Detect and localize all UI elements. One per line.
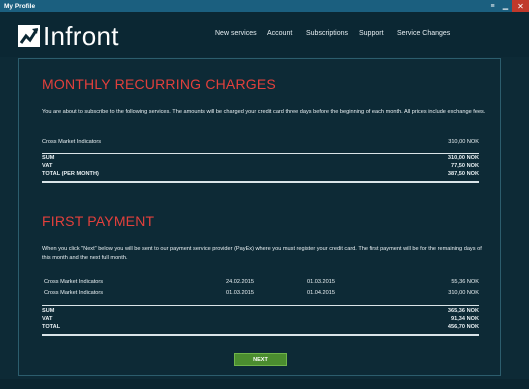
sum-amount: 365,36 NOK xyxy=(447,308,479,314)
footer-strip xyxy=(0,379,529,389)
divider xyxy=(42,153,479,154)
item-from-date: 01.03.2015 xyxy=(226,290,254,296)
monthly-vat-row: VAT 77,50 NOK xyxy=(42,163,479,171)
first-sum-row: SUM 365,36 NOK xyxy=(42,308,479,316)
divider xyxy=(42,334,479,336)
item-name: Cross Market Indicators xyxy=(42,139,102,145)
first-item-row: Cross Market Indicators 24.02.2015 01.03… xyxy=(42,279,479,287)
monthly-total-row: TOTAL (PER MONTH) 387,50 NOK xyxy=(42,171,479,179)
total-label: TOTAL xyxy=(42,324,61,330)
item-amount: 55,36 NOK xyxy=(451,279,479,285)
divider xyxy=(42,305,479,306)
item-to-date: 01.03.2015 xyxy=(307,279,335,285)
monthly-item-row: Cross Market Indicators 310,00 NOK xyxy=(42,139,479,147)
vat-amount: 91,34 NOK xyxy=(451,316,479,322)
item-amount: 310,00 NOK xyxy=(448,139,479,145)
item-name: Cross Market Indicators xyxy=(44,279,104,285)
sum-label: SUM xyxy=(42,155,55,161)
first-payment-title: FIRST PAYMENT xyxy=(42,213,155,229)
item-name: Cross Market Indicators xyxy=(44,290,104,296)
monthly-sum-row: SUM 310,00 NOK xyxy=(42,155,479,163)
first-total-row: TOTAL 456,70 NOK xyxy=(42,324,479,332)
first-payment-description: When you click "Next" below you will be … xyxy=(42,246,482,261)
minimize-icon[interactable]: ▁ xyxy=(499,0,512,12)
vat-amount: 77,50 NOK xyxy=(451,163,479,169)
monthly-title: MONTHLY RECURRING CHARGES xyxy=(42,76,276,92)
total-amount: 387,50 NOK xyxy=(447,171,479,177)
main-nav: New services Account Subscriptions Suppo… xyxy=(0,30,529,42)
item-amount: 310,00 NOK xyxy=(448,290,479,296)
next-button[interactable]: NEXT xyxy=(234,353,287,366)
sum-label: SUM xyxy=(42,308,55,314)
item-to-date: 01.04.2015 xyxy=(307,290,335,296)
total-amount: 456,70 NOK xyxy=(447,324,479,330)
sum-amount: 310,00 NOK xyxy=(447,155,479,161)
nav-support[interactable]: Support xyxy=(359,30,384,37)
nav-subscriptions[interactable]: Subscriptions xyxy=(306,30,348,37)
total-label: TOTAL (PER MONTH) xyxy=(42,171,99,177)
first-item-row: Cross Market Indicators 01.03.2015 01.04… xyxy=(42,290,479,298)
close-icon[interactable]: ✕ xyxy=(512,0,529,12)
vat-label: VAT xyxy=(42,316,53,322)
nav-service-changes[interactable]: Service Changes xyxy=(397,30,450,37)
app-header: Infront New services Account Subscriptio… xyxy=(0,12,529,57)
nav-account[interactable]: Account xyxy=(267,30,292,37)
item-from-date: 24.02.2015 xyxy=(226,279,254,285)
window-titlebar: My Profile ≡ ▁ ✕ xyxy=(0,0,529,12)
monthly-description: You are about to subscribe to the follow… xyxy=(42,109,486,115)
window-controls: ≡ ▁ ✕ xyxy=(486,0,529,12)
vat-label: VAT xyxy=(42,163,53,169)
checkout-panel: MONTHLY RECURRING CHARGES You are about … xyxy=(18,58,501,376)
first-vat-row: VAT 91,34 NOK xyxy=(42,316,479,324)
menu-icon[interactable]: ≡ xyxy=(486,0,499,12)
divider xyxy=(42,181,479,183)
nav-new-services[interactable]: New services xyxy=(215,30,257,37)
window-title: My Profile xyxy=(4,2,36,10)
